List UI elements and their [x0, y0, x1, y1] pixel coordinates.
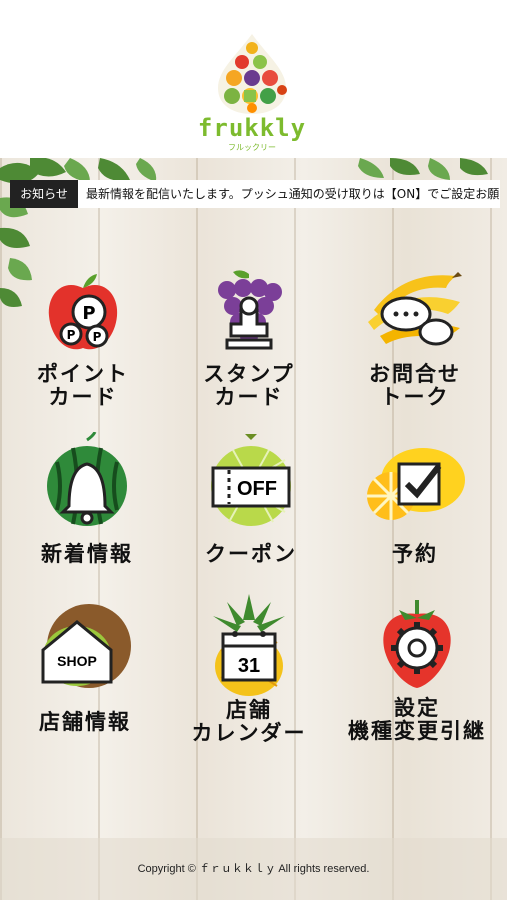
- grape-stamp-icon: [218, 270, 282, 350]
- store-calendar-label: 店舗 カレンダー: [191, 697, 307, 745]
- point-card-button[interactable]: P P P ポイント カード: [8, 272, 158, 408]
- store-info-label: 店舗情報: [39, 709, 131, 734]
- fruit-drop-logo-icon: [218, 34, 287, 114]
- reservation-label: 予約: [392, 541, 438, 566]
- svg-text:P: P: [67, 328, 76, 342]
- lemon-check-icon: [367, 448, 465, 520]
- app-header: frukkly フルックリー: [0, 0, 507, 158]
- news-label: お知らせ: [10, 180, 78, 208]
- stamp-card-label: スタンプ カード: [203, 361, 295, 409]
- calendar-date-text: 31: [238, 655, 260, 677]
- coupon-button[interactable]: OFF クーポン: [176, 432, 326, 565]
- inquiry-talk-button[interactable]: お問合せ トーク: [340, 270, 490, 408]
- reservation-button[interactable]: 予約: [340, 436, 490, 565]
- news-info-button[interactable]: 新着情報: [12, 432, 162, 565]
- store-info-button[interactable]: SHOP 店舗情報: [10, 600, 160, 733]
- watermelon-bell-icon: [47, 432, 127, 526]
- svg-text:P: P: [93, 330, 102, 344]
- frukkly-logo: frukkly フルックリー: [196, 30, 308, 155]
- news-text[interactable]: 最新情報を配信いたします。プッシュ通知の受け取りは【ON】でご設定お願: [78, 180, 500, 208]
- coupon-off-text: OFF: [237, 478, 277, 500]
- brand-subtitle: フルックリー: [228, 143, 276, 152]
- copyright-text: Copyright © ｆｒｕｋｋｌｙ All rights reserved.: [137, 863, 370, 875]
- store-calendar-button[interactable]: 31 店舗 カレンダー: [174, 594, 324, 744]
- inquiry-talk-label: お問合せ トーク: [369, 361, 461, 409]
- shop-text: SHOP: [57, 653, 97, 669]
- coupon-label: クーポン: [205, 541, 297, 566]
- svg-text:P: P: [82, 303, 95, 324]
- stamp-card-button[interactable]: スタンプ カード: [174, 266, 324, 408]
- kiwi-shop-icon: SHOP: [41, 604, 131, 688]
- strawberry-gear-icon: [383, 600, 451, 688]
- apple-points-icon: P P P: [48, 274, 118, 350]
- banana-chat-icon: [368, 272, 462, 346]
- point-card-label: ポイント カード: [37, 361, 129, 409]
- settings-button[interactable]: 設定 機種変更引継: [342, 600, 492, 742]
- pineapple-calendar-icon: 31: [213, 594, 285, 696]
- news-ticker[interactable]: お知らせ 最新情報を配信いたします。プッシュ通知の受け取りは【ON】でご設定お願: [10, 180, 500, 208]
- settings-label: 設定 機種変更引継: [348, 695, 486, 743]
- melon-coupon-icon: OFF: [211, 434, 291, 526]
- brand-name: frukkly: [197, 114, 307, 142]
- news-info-label: 新着情報: [41, 541, 133, 566]
